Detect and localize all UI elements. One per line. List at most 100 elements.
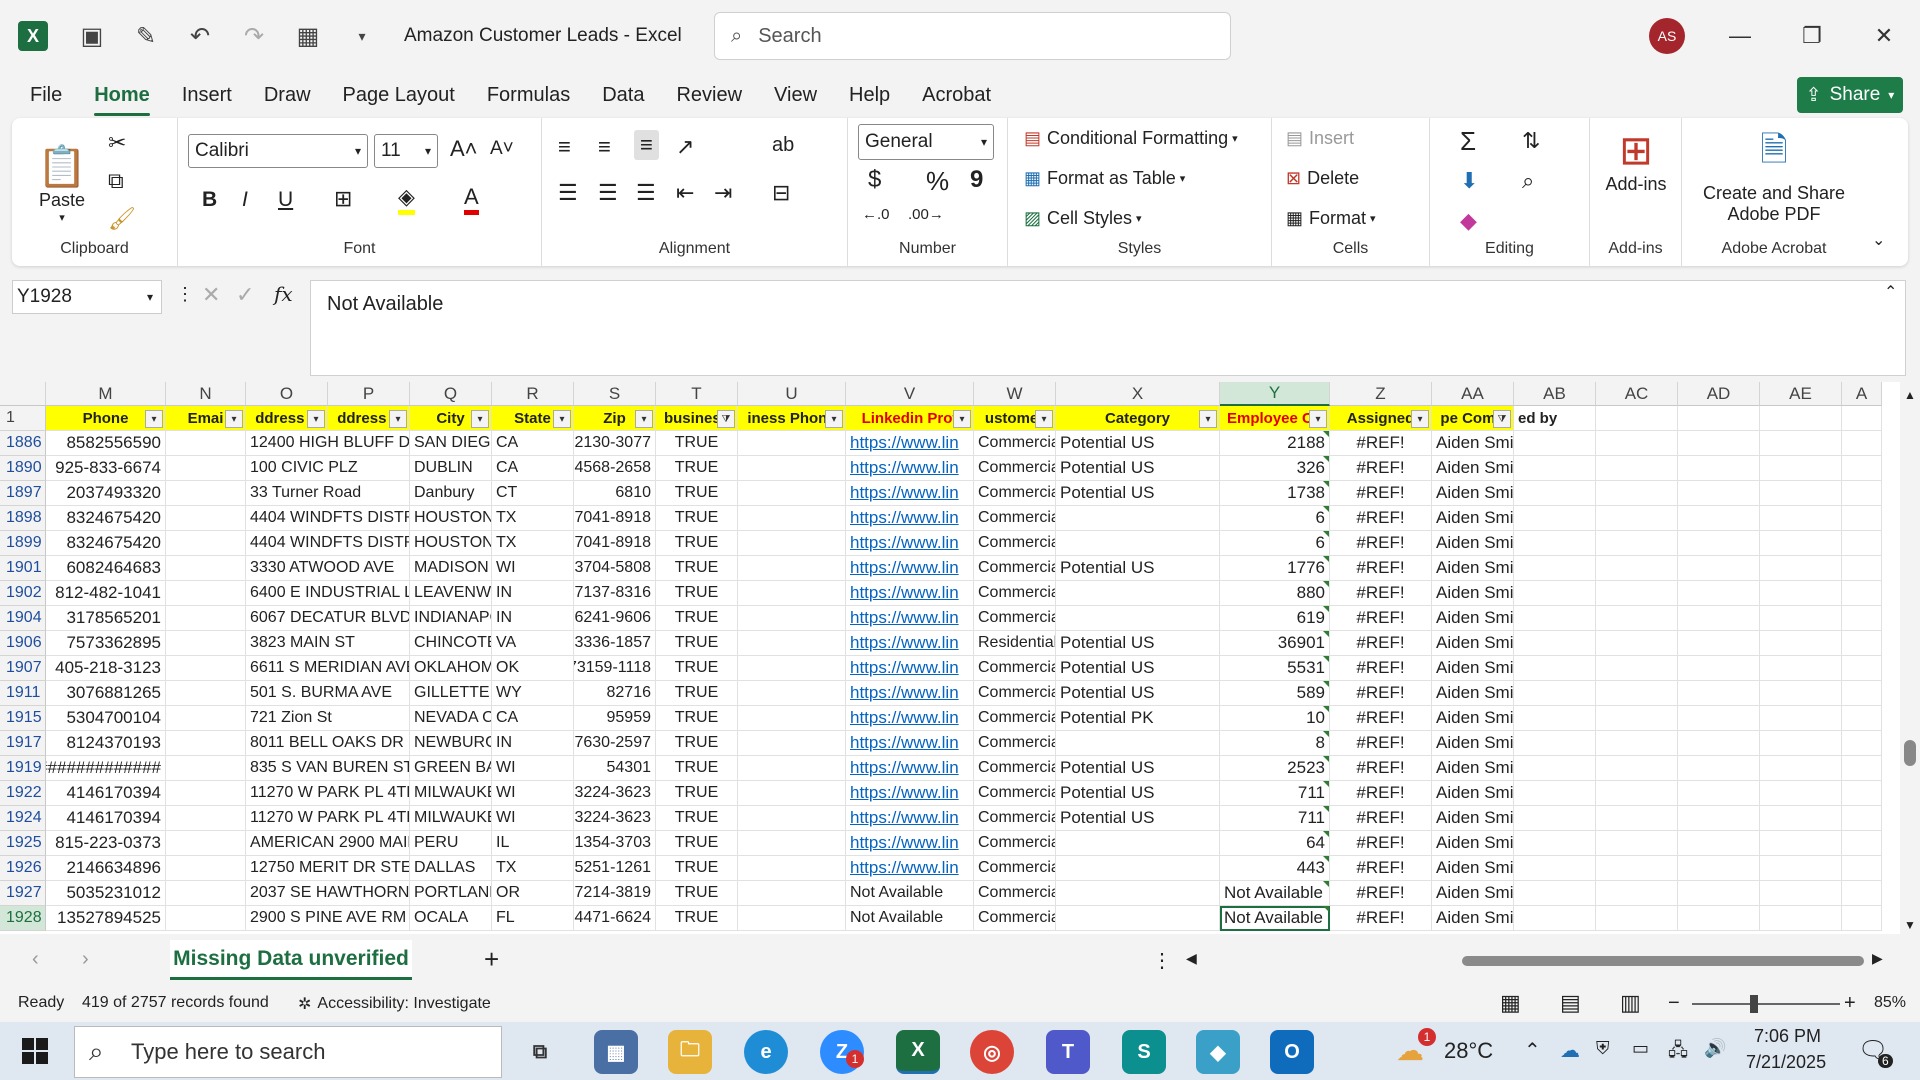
- cell-ae[interactable]: [1760, 806, 1842, 831]
- cell-a[interactable]: [1842, 431, 1882, 456]
- cell-t[interactable]: TRUE: [656, 481, 738, 506]
- zoom-out-icon[interactable]: −: [1668, 992, 1680, 1015]
- vertical-scrollbar[interactable]: ▲ ▼: [1900, 382, 1920, 936]
- column-header-ae[interactable]: AE: [1760, 382, 1842, 406]
- cell-s[interactable]: 53224-3623: [574, 781, 656, 806]
- italic-button[interactable]: I: [242, 188, 248, 212]
- cell-s[interactable]: 94568-2658: [574, 456, 656, 481]
- filter-dropdown-icon[interactable]: ▾: [307, 410, 325, 428]
- cell-ad[interactable]: [1678, 556, 1760, 581]
- filter-dropdown-icon[interactable]: ▾: [145, 410, 163, 428]
- cell-ab[interactable]: [1514, 906, 1596, 931]
- cell-x[interactable]: Potential PK: [1056, 706, 1220, 731]
- collapse-formula-icon[interactable]: ⌃: [1884, 282, 1897, 302]
- normal-view-icon[interactable]: ▦: [1500, 990, 1521, 1016]
- cell-aa[interactable]: Aiden Smith: [1432, 831, 1514, 856]
- cell-r[interactable]: FL: [492, 906, 574, 931]
- cell-t[interactable]: TRUE: [656, 906, 738, 931]
- cell-q[interactable]: PERU: [410, 831, 492, 856]
- cell-m[interactable]: 4146170394: [46, 781, 166, 806]
- cell-m[interactable]: 8582556590: [46, 431, 166, 456]
- onedrive-icon[interactable]: ☁: [1560, 1038, 1580, 1063]
- sway-app-icon[interactable]: S: [1122, 1030, 1166, 1074]
- insert-function-button[interactable]: fx: [274, 282, 293, 306]
- task-view-icon[interactable]: ⧉: [518, 1030, 562, 1074]
- cell-m[interactable]: 8124370193: [46, 731, 166, 756]
- cell-a[interactable]: [1842, 756, 1882, 781]
- cell-s[interactable]: 73159-1118: [574, 656, 656, 681]
- cell-m[interactable]: 3076881265: [46, 681, 166, 706]
- cell-r[interactable]: IN: [492, 731, 574, 756]
- cell-q[interactable]: HOUSTON: [410, 506, 492, 531]
- filter-dropdown-icon[interactable]: ▾: [389, 410, 407, 428]
- cell-w[interactable]: Commercial: [974, 756, 1056, 781]
- filter-dropdown-icon[interactable]: ▾: [1199, 410, 1217, 428]
- cell-ad[interactable]: [1678, 531, 1760, 556]
- cell-a[interactable]: [1842, 781, 1882, 806]
- cell-ac[interactable]: [1596, 606, 1678, 631]
- cell-aa[interactable]: Aiden Smith: [1432, 656, 1514, 681]
- cell-w[interactable]: Commercial: [974, 606, 1056, 631]
- linkedin-link[interactable]: https://www.lin: [846, 581, 974, 606]
- header-cell-y[interactable]: Employee Co ▾: [1220, 406, 1330, 431]
- filter-dropdown-icon[interactable]: ▾: [225, 410, 243, 428]
- cell-aa[interactable]: Aiden Smith: [1432, 881, 1514, 906]
- cell-ac[interactable]: [1596, 906, 1678, 931]
- row-header[interactable]: 1926: [0, 856, 46, 881]
- worksheet-grid[interactable]: M N O P Q R S T U V W X Y Z AA AB AC AD AE A 1 Phone ▾ Emai ▾ ddr…: [0, 382, 1900, 934]
- cell-z[interactable]: #REF!: [1330, 431, 1432, 456]
- cell-u[interactable]: [738, 456, 846, 481]
- next-sheet-icon[interactable]: ›: [82, 948, 89, 971]
- header-cell-z[interactable]: Assigned ▾: [1330, 406, 1432, 431]
- row-header[interactable]: 1899: [0, 531, 46, 556]
- cell-n[interactable]: [166, 631, 246, 656]
- cell-w[interactable]: Residential: [974, 631, 1056, 656]
- cell-z[interactable]: #REF!: [1330, 656, 1432, 681]
- linkedin-link[interactable]: https://www.lin: [846, 681, 974, 706]
- cell-ad[interactable]: [1678, 456, 1760, 481]
- cell-ac[interactable]: [1596, 756, 1678, 781]
- cell-z[interactable]: #REF!: [1330, 581, 1432, 606]
- empty-cell[interactable]: [1842, 406, 1882, 431]
- cell-n[interactable]: [166, 506, 246, 531]
- cell-u[interactable]: [738, 481, 846, 506]
- row-header[interactable]: 1906: [0, 631, 46, 656]
- cell-t[interactable]: TRUE: [656, 731, 738, 756]
- row-header[interactable]: 1897: [0, 481, 46, 506]
- cell-ae[interactable]: [1760, 481, 1842, 506]
- cell-n[interactable]: [166, 581, 246, 606]
- row-header[interactable]: 1901: [0, 556, 46, 581]
- linkedin-link[interactable]: https://www.lin: [846, 531, 974, 556]
- cell-aa[interactable]: Aiden Smith: [1432, 481, 1514, 506]
- fill-icon[interactable]: ⬇: [1460, 168, 1478, 194]
- cell-x[interactable]: Potential US: [1056, 806, 1220, 831]
- row-header[interactable]: 1919: [0, 756, 46, 781]
- header-cell-p[interactable]: ddress L ▾: [328, 406, 410, 431]
- cell-n[interactable]: [166, 481, 246, 506]
- cell-o[interactable]: 721 Zion St: [246, 706, 410, 731]
- format-cells-button[interactable]: ▦ Format ▾: [1286, 208, 1376, 229]
- cell-u[interactable]: [738, 431, 846, 456]
- decrease-indent-icon[interactable]: ⇤: [676, 180, 694, 206]
- cell-n[interactable]: [166, 831, 246, 856]
- linkedin-link[interactable]: https://www.lin: [846, 481, 974, 506]
- increase-decimal-icon[interactable]: ←.0: [862, 206, 890, 223]
- cell-x[interactable]: Potential US: [1056, 656, 1220, 681]
- cell-z[interactable]: #REF!: [1330, 731, 1432, 756]
- cell-n[interactable]: [166, 881, 246, 906]
- cell-ae[interactable]: [1760, 881, 1842, 906]
- cell-a[interactable]: [1842, 506, 1882, 531]
- align-bottom-icon[interactable]: ≡: [634, 130, 659, 160]
- cell-u[interactable]: [738, 556, 846, 581]
- cell-w[interactable]: Commercial: [974, 906, 1056, 931]
- edge-browser-icon[interactable]: e: [744, 1030, 788, 1074]
- accessibility-button[interactable]: ✲ Accessibility: Investigate: [298, 994, 491, 1014]
- cell-a[interactable]: [1842, 531, 1882, 556]
- row-header[interactable]: 1917: [0, 731, 46, 756]
- cell-a[interactable]: [1842, 656, 1882, 681]
- cell-u[interactable]: [738, 681, 846, 706]
- cell-r[interactable]: OR: [492, 881, 574, 906]
- close-icon[interactable]: ✕: [1860, 14, 1908, 58]
- cell-q[interactable]: OCALA: [410, 906, 492, 931]
- column-header-ad[interactable]: AD: [1678, 382, 1760, 406]
